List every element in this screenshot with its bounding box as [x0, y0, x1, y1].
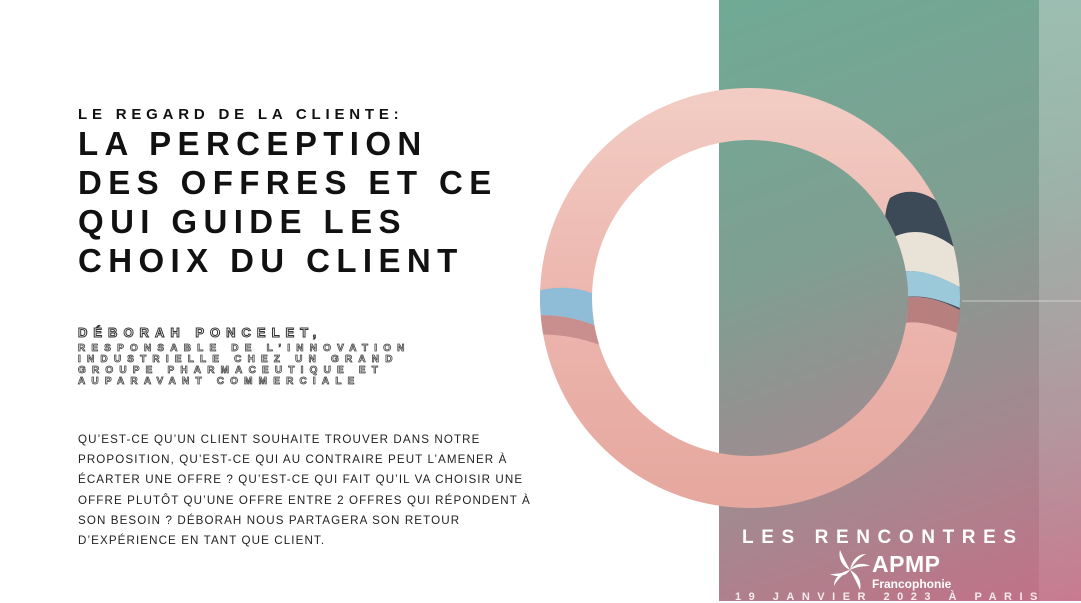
logo-text-secondary: Francophonie	[872, 577, 952, 591]
speaker-role-line: GROUPE PHARMACEUTIQUE ET	[78, 365, 385, 377]
logo-text-primary: APMP	[872, 551, 941, 577]
swirl-logo-icon	[830, 550, 870, 590]
speaker-role-line: AUPARAVANT COMMERCIALE	[78, 376, 361, 388]
title-line: CHOIX DU CLIENT	[78, 242, 464, 279]
decorative-ring	[540, 88, 960, 508]
title-line: LA PERCEPTION	[78, 125, 428, 162]
event-name: LES RENCONTRES	[742, 527, 1024, 548]
speaker-role: RESPONSABLE DE L’INNOVATION INDUSTRIELLE…	[78, 343, 498, 388]
speaker-role-line: INDUSTRIELLE CHEZ UN GRAND	[78, 354, 399, 366]
title-line: QUI GUIDE LES	[78, 203, 407, 240]
speaker-name: DÉBORAH PONCELET,	[77, 325, 323, 341]
background-divider	[962, 300, 1081, 302]
apmp-logo: APMP Francophonie	[828, 548, 978, 592]
page-title: LA PERCEPTION DES OFFRES ET CE QUI GUIDE…	[78, 124, 548, 280]
title-line: DES OFFRES ET CE	[78, 164, 498, 201]
speaker-role-line: RESPONSABLE DE L’INNOVATION	[78, 343, 411, 355]
event-date: 19 JANVIER 2023 À PARIS	[735, 591, 1045, 603]
session-description: QU’EST-CE QU’UN CLIENT SOUHAITE TROUVER …	[78, 433, 531, 548]
subtitle-kicker: LE REGARD DE LA CLIENTE:	[78, 106, 404, 123]
